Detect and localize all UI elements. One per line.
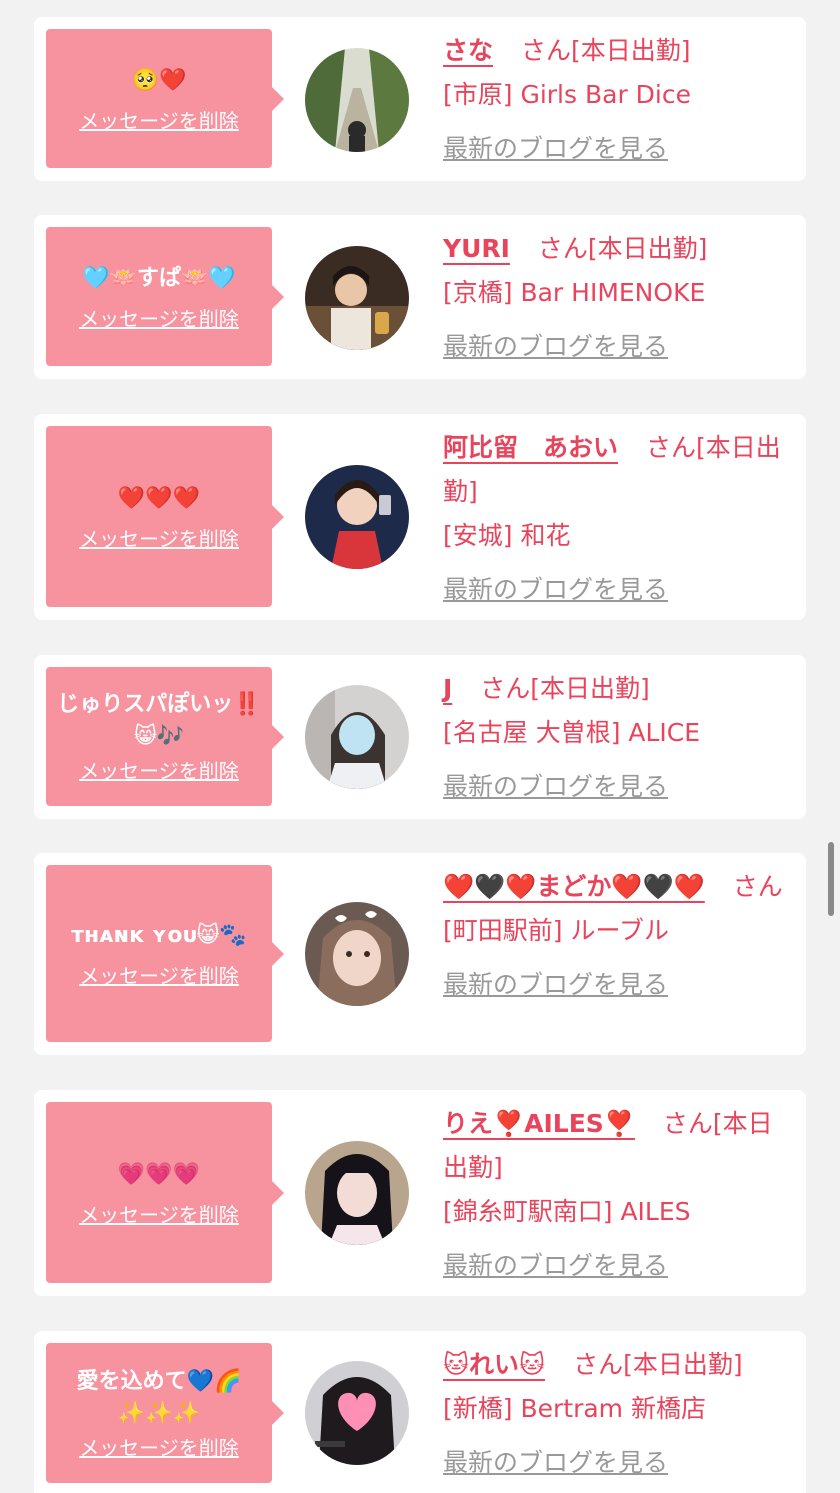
message-card: じゅりスパぽいッ‼️😸🎶 メッセージを削除 J さん[本日出勤] [名古屋 大曽… — [34, 655, 806, 819]
cast-status: さん[本日出勤] — [520, 36, 691, 65]
store-name: [町田駅前] ルーブル — [443, 916, 669, 945]
blog-link[interactable]: 最新のブログを見る — [443, 963, 788, 1007]
message-list-page: 🥺❤️ メッセージを削除 さな さん[本日出勤] [市原] Girls Bar … — [0, 0, 840, 1493]
avatar[interactable] — [305, 685, 409, 789]
avatar-image — [305, 1141, 409, 1245]
delete-message-link[interactable]: メッセージを削除 — [79, 960, 239, 989]
cast-info: ❤️🖤❤️まどか❤️🖤❤️ さん [町田駅前] ルーブル 最新のブログを見る — [443, 865, 788, 1007]
cast-name-link[interactable]: ❤️🖤❤️まどか❤️🖤❤️ — [443, 872, 705, 901]
store-name: [名古屋 大曽根] ALICE — [443, 718, 701, 747]
avatar[interactable] — [305, 902, 409, 1006]
avatar-image — [305, 48, 409, 152]
message-bubble: ᴛʜᴀɴᴋ ʏᴏᴜ😸🐾 メッセージを削除 — [46, 865, 284, 1042]
cast-name-link[interactable]: YURI — [443, 234, 510, 263]
store-name: [錦糸町駅南口] AILES — [443, 1197, 691, 1226]
avatar-image — [305, 1361, 409, 1465]
blog-link[interactable]: 最新のブログを見る — [443, 1244, 788, 1288]
cast-name-link[interactable]: りえ❣️AILES❣️ — [443, 1109, 635, 1138]
cast-info: J さん[本日出勤] [名古屋 大曽根] ALICE 最新のブログを見る — [443, 667, 788, 809]
avatar[interactable] — [305, 246, 409, 350]
store-name: [安城] 和花 — [443, 521, 571, 550]
avatar-image — [305, 246, 409, 350]
blog-link[interactable]: 最新のブログを見る — [443, 127, 788, 171]
cast-name-link[interactable]: 阿比留 あおい — [443, 433, 618, 462]
delete-message-link[interactable]: メッセージを削除 — [79, 105, 239, 134]
message-text: 🩵🪷すぱ🪷🩵 — [82, 266, 236, 291]
avatar[interactable] — [305, 1141, 409, 1245]
cast-info: 🐱れい🐱 さん[本日出勤] [新橋] Bertram 新橋店 最新のブログを見る — [443, 1343, 788, 1485]
message-bubble: 💗💗💗 メッセージを削除 — [46, 1102, 284, 1283]
message-text: ᴛʜᴀɴᴋ ʏᴏᴜ😸🐾 — [71, 923, 247, 948]
message-text: 🥺❤️ — [131, 68, 187, 93]
message-bubble: じゅりスパぽいッ‼️😸🎶 メッセージを削除 — [46, 667, 284, 806]
message-text: ❤️❤️❤️ — [117, 486, 201, 511]
message-card: ❤️❤️❤️ メッセージを削除 阿比留 あおい さん[本日出勤] [安城] 和花… — [34, 414, 806, 620]
message-card: ᴛʜᴀɴᴋ ʏᴏᴜ😸🐾 メッセージを削除 ❤️🖤❤️まどか❤️🖤❤️ さん [町… — [34, 853, 806, 1055]
message-bubble: 🥺❤️ メッセージを削除 — [46, 29, 284, 168]
cast-status: さん — [732, 872, 783, 901]
message-bubble: 愛を込めて💙🌈✨✨✨ メッセージを削除 — [46, 1343, 284, 1483]
message-text: 愛を込めて💙🌈✨✨✨ — [76, 1368, 242, 1426]
message-text: じゅりスパぽいッ‼️😸🎶 — [57, 692, 261, 749]
delete-message-link[interactable]: メッセージを削除 — [79, 1199, 239, 1228]
avatar-image — [305, 902, 409, 1006]
delete-message-link[interactable]: メッセージを削除 — [79, 523, 239, 552]
avatar[interactable] — [305, 1361, 409, 1465]
store-name: [市原] Girls Bar Dice — [443, 80, 691, 109]
blog-link[interactable]: 最新のブログを見る — [443, 765, 788, 809]
message-bubble: ❤️❤️❤️ メッセージを削除 — [46, 426, 284, 607]
cast-status: さん[本日出勤] — [480, 674, 650, 703]
cast-name-link[interactable]: さな — [443, 36, 493, 65]
avatar[interactable] — [305, 48, 409, 152]
message-text: 💗💗💗 — [117, 1162, 201, 1187]
cast-info: YURI さん[本日出勤] [京橋] Bar HIMENOKE 最新のブログを見… — [443, 227, 788, 369]
message-card: 🥺❤️ メッセージを削除 さな さん[本日出勤] [市原] Girls Bar … — [34, 17, 806, 181]
scrollbar[interactable] — [828, 842, 834, 916]
message-card: 🩵🪷すぱ🪷🩵 メッセージを削除 YURI さん[本日出勤] [京橋] Bar H… — [34, 215, 806, 379]
blog-link[interactable]: 最新のブログを見る — [443, 1441, 788, 1485]
store-name: [京橋] Bar HIMENOKE — [443, 278, 706, 307]
cast-name-link[interactable]: J — [443, 674, 452, 703]
blog-link[interactable]: 最新のブログを見る — [443, 568, 788, 612]
avatar-image — [305, 465, 409, 569]
cast-info: りえ❣️AILES❣️ さん[本日出勤] [錦糸町駅南口] AILES 最新のブ… — [443, 1102, 788, 1288]
cast-info: さな さん[本日出勤] [市原] Girls Bar Dice 最新のブログを見… — [443, 29, 788, 171]
delete-message-link[interactable]: メッセージを削除 — [79, 1432, 239, 1461]
delete-message-link[interactable]: メッセージを削除 — [79, 303, 239, 332]
avatar[interactable] — [305, 465, 409, 569]
cast-name-link[interactable]: 🐱れい🐱 — [443, 1350, 545, 1379]
delete-message-link[interactable]: メッセージを削除 — [79, 755, 239, 784]
store-name: [新橋] Bertram 新橋店 — [443, 1394, 706, 1423]
message-card: 💗💗💗 メッセージを削除 りえ❣️AILES❣️ さん[本日出勤] [錦糸町駅南… — [34, 1090, 806, 1296]
blog-link[interactable]: 最新のブログを見る — [443, 325, 788, 369]
cast-status: さん[本日出勤] — [537, 234, 708, 263]
cast-status: さん[本日出勤] — [573, 1350, 743, 1379]
cast-info: 阿比留 あおい さん[本日出勤] [安城] 和花 最新のブログを見る — [443, 426, 788, 612]
message-card: 愛を込めて💙🌈✨✨✨ メッセージを削除 🐱れい🐱 さん[本日出勤] [新橋] B… — [34, 1331, 806, 1493]
avatar-image — [305, 685, 409, 789]
message-bubble: 🩵🪷すぱ🪷🩵 メッセージを削除 — [46, 227, 284, 366]
